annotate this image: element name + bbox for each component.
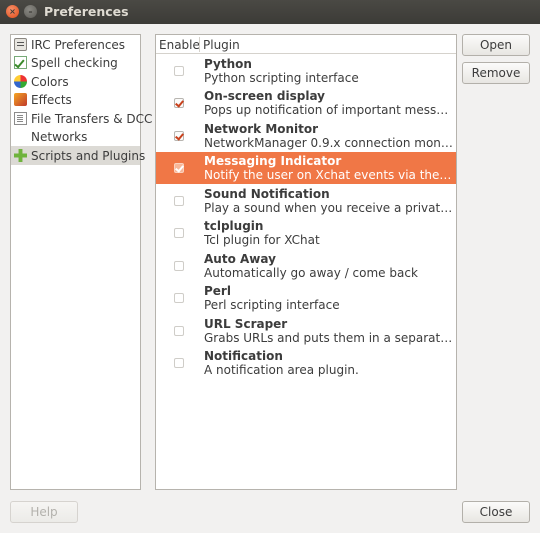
plugin-description: Automatically go away / come back [204, 266, 418, 280]
plugin-row-perl[interactable]: Perl Perl scripting interface [156, 282, 456, 314]
sidebar-item-label: Spell checking [31, 55, 118, 70]
column-divider [199, 37, 200, 52]
enable-checkbox[interactable] [174, 358, 184, 368]
plugin-icon [14, 149, 27, 162]
enable-checkbox[interactable] [174, 261, 184, 271]
sidebar-item-file-transfers[interactable]: File Transfers & DCC [11, 109, 152, 128]
irc-icon [14, 38, 27, 51]
plugin-name: Messaging Indicator [204, 154, 342, 168]
preferences-window: × – Preferences IRC Preferences Spell ch… [0, 0, 540, 533]
plugin-list-header: Enable Plugin [156, 35, 456, 54]
sidebar-item-label: File Transfers & DCC [31, 111, 153, 126]
title-bar: × – Preferences [0, 0, 540, 24]
plugin-name: Notification [204, 349, 283, 363]
open-button[interactable]: Open [462, 34, 530, 56]
effects-icon [14, 93, 27, 106]
plugin-row-tclplugin[interactable]: tclplugin Tcl plugin for XChat [156, 217, 456, 249]
close-button[interactable]: Close [462, 501, 530, 523]
plugin-row-notification[interactable]: Notification A notification area plugin. [156, 347, 456, 379]
column-header-plugin[interactable]: Plugin [203, 38, 240, 52]
plugin-description: Perl scripting interface [204, 298, 340, 312]
enable-checkbox[interactable] [174, 228, 184, 238]
plugin-row-python[interactable]: Python Python scripting interface [156, 55, 456, 87]
plugin-row-on-screen-display[interactable]: On-screen display Pops up notification o… [156, 87, 456, 119]
plugin-description: Notify the user on Xchat events via the … [204, 168, 454, 182]
minimize-icon: – [28, 7, 33, 16]
file-icon [14, 112, 27, 125]
enable-checkbox[interactable] [174, 326, 184, 336]
enable-checkbox[interactable] [174, 66, 184, 76]
sidebar-item-scripts-and-plugins[interactable]: Scripts and Plugins [11, 146, 145, 165]
enable-checkbox[interactable] [174, 196, 184, 206]
plugin-name: Sound Notification [204, 187, 330, 201]
plugin-name: Auto Away [204, 252, 276, 266]
plugin-description: Tcl plugin for XChat [204, 233, 320, 247]
sidebar-item-effects[interactable]: Effects [11, 90, 140, 109]
sidebar-item-irc-preferences[interactable]: IRC Preferences [11, 35, 140, 54]
sidebar-item-networks[interactable]: Networks [11, 127, 140, 146]
enable-checkbox[interactable] [174, 163, 184, 173]
plugin-name: On-screen display [204, 89, 325, 103]
enable-checkbox[interactable] [174, 98, 184, 108]
plugin-name: Network Monitor [204, 122, 319, 136]
window-title: Preferences [44, 4, 129, 19]
sidebar-item-label: Colors [31, 74, 69, 89]
plugin-name: tclplugin [204, 219, 264, 233]
sidebar-item-label: Scripts and Plugins [31, 148, 146, 163]
plugin-description: Grabs URLs and puts them in a separate w… [204, 331, 454, 345]
enable-checkbox[interactable] [174, 131, 184, 141]
column-header-enable[interactable]: Enable [159, 38, 200, 52]
sidebar-item-spell-checking[interactable]: Spell checking [11, 53, 140, 72]
sidebar-item-label: Effects [31, 92, 72, 107]
colors-icon [14, 75, 27, 88]
plugin-description: Python scripting interface [204, 71, 359, 85]
plugin-row-url-scraper[interactable]: URL Scraper Grabs URLs and puts them in … [156, 315, 456, 347]
remove-button[interactable]: Remove [462, 62, 530, 84]
help-button[interactable]: Help [10, 501, 78, 523]
close-icon: × [9, 7, 16, 16]
plugin-description: Play a sound when you receive a private … [204, 201, 454, 215]
sidebar-item-label: IRC Preferences [31, 37, 126, 52]
sidebar-item-colors[interactable]: Colors [11, 72, 140, 91]
window-minimize-button[interactable]: – [24, 5, 37, 18]
plugin-list: Enable Plugin Python Python scripting in… [155, 34, 457, 490]
spellcheck-icon [14, 56, 27, 69]
plugin-name: Python [204, 57, 252, 71]
window-close-button[interactable]: × [6, 5, 19, 18]
plugin-name: URL Scraper [204, 317, 288, 331]
enable-checkbox[interactable] [174, 293, 184, 303]
plugin-row-auto-away[interactable]: Auto Away Automatically go away / come b… [156, 250, 456, 282]
plugin-name: Perl [204, 284, 231, 298]
sidebar-item-label: Networks [31, 129, 88, 144]
plugin-row-sound-notification[interactable]: Sound Notification Play a sound when you… [156, 185, 456, 217]
plugin-description: A notification area plugin. [204, 363, 359, 377]
category-sidebar: IRC Preferences Spell checking Colors Ef… [10, 34, 152, 490]
plugin-row-network-monitor[interactable]: Network Monitor NetworkManager 0.9.x con… [156, 120, 456, 152]
plugin-row-messaging-indicator[interactable]: Messaging Indicator Notify the user on X… [156, 152, 456, 184]
plugin-description: NetworkManager 0.9.x connection monitor [204, 136, 454, 150]
plugin-description: Pops up notification of important messag… [204, 103, 454, 117]
